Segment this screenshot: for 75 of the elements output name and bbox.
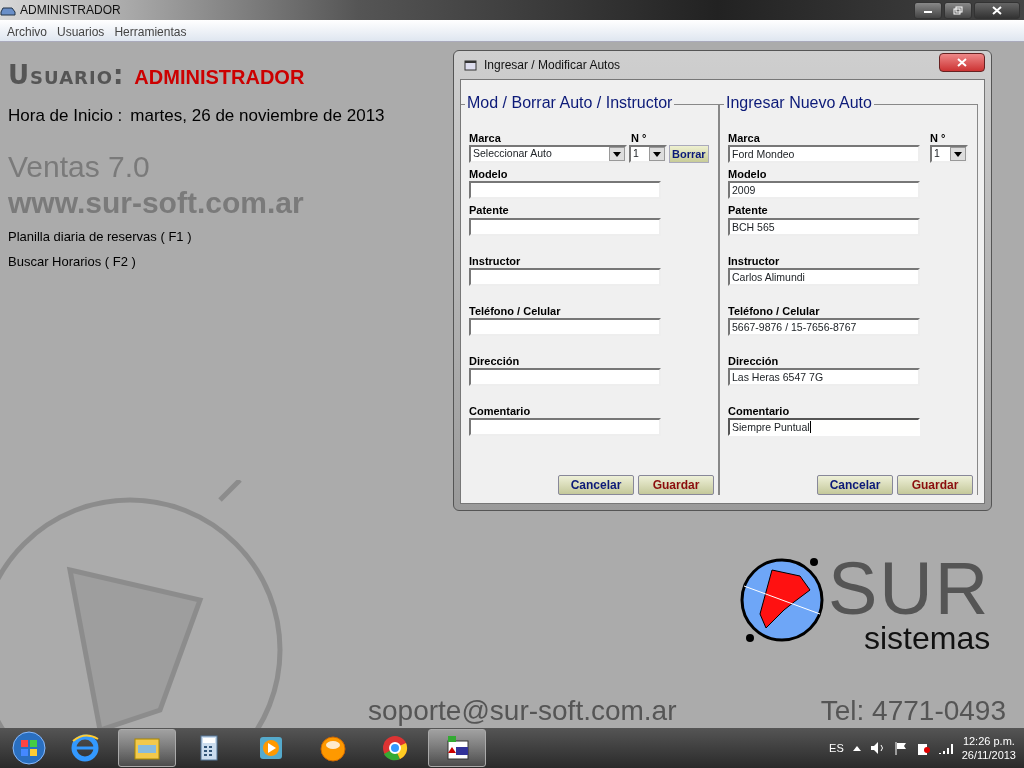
- field-label: N °: [631, 132, 647, 146]
- user-label: Usuario:: [8, 59, 125, 92]
- field-label: Marca: [469, 132, 502, 146]
- input-field[interactable]: 5667-9876 / 15-7656-8767: [728, 317, 920, 336]
- shortcut-link[interactable]: Buscar Horarios ( F2 ): [8, 252, 136, 272]
- show-hidden-icons-icon[interactable]: [851, 744, 862, 752]
- dialog-title: Ingresar / Modificar Autos: [484, 57, 621, 74]
- delete-button[interactable]: Borrar: [669, 145, 709, 164]
- browser-icon: [70, 733, 100, 763]
- minimize-button[interactable]: [914, 1, 942, 19]
- text-cursor: [809, 421, 811, 434]
- save-button[interactable]: Guardar: [897, 475, 973, 495]
- input-field[interactable]: BCH 565: [728, 217, 920, 236]
- field-label: Patente: [469, 204, 510, 218]
- save-button[interactable]: Guardar: [638, 475, 714, 495]
- window-title: ADMINISTRADOR: [20, 2, 121, 19]
- input-field[interactable]: [469, 317, 661, 336]
- field-label: Instructor: [728, 254, 781, 268]
- close-button[interactable]: [939, 52, 985, 72]
- flag-icon[interactable]: [893, 741, 908, 755]
- field-label: N °: [930, 132, 946, 146]
- cancel-button[interactable]: Cancelar: [558, 475, 634, 495]
- volume-icon[interactable]: [869, 741, 886, 755]
- start-label: Hora de Inicio :: [8, 105, 123, 127]
- input-field[interactable]: Carlos Alimundi: [728, 267, 920, 286]
- input-field[interactable]: [469, 267, 661, 286]
- orb-icon: [318, 733, 348, 763]
- field-label: Comentario: [469, 405, 532, 419]
- dropdown-arrow-icon[interactable]: [954, 151, 962, 157]
- field-label: Modelo: [728, 168, 768, 182]
- input-field[interactable]: 2009: [728, 181, 920, 200]
- menu-item[interactable]: Herramientas: [109, 20, 192, 41]
- dropdown-arrow-icon[interactable]: [613, 151, 621, 157]
- close-icon: [957, 57, 967, 67]
- dropdown-field[interactable]: Seleccionar Auto: [469, 145, 627, 164]
- shortcut-link[interactable]: Planilla diaria de reservas ( F1 ): [8, 226, 192, 246]
- restore-icon: [953, 5, 963, 15]
- taskbar-clock[interactable]: 12:26 p.m. 26/11/2013: [961, 733, 1016, 763]
- input-field[interactable]: Las Heras 6547 7G: [728, 368, 920, 387]
- field-label: Marca: [728, 132, 761, 146]
- field-label: Dirección: [469, 354, 521, 369]
- input-field[interactable]: [469, 418, 661, 437]
- chrome-icon: [380, 733, 410, 763]
- taskbar-button[interactable]: [428, 729, 486, 767]
- window-icon: [464, 59, 478, 71]
- field-label: Modelo: [469, 168, 509, 182]
- field-label: Teléfono / Celular: [728, 304, 821, 318]
- language-indicator[interactable]: ES: [829, 739, 844, 757]
- phone-number: Tel: 4771-0493: [820, 694, 1006, 728]
- dropdown-field[interactable]: 1: [629, 145, 667, 164]
- group-title: Ingresar Nuevo Auto: [724, 93, 874, 114]
- signal-bars-icon[interactable]: [937, 742, 954, 754]
- user-name: ADMINISTRADOR: [134, 65, 305, 90]
- dropdown-arrow-icon[interactable]: [653, 151, 661, 157]
- field-label: Instructor: [469, 254, 522, 268]
- menu-item[interactable]: Usuarios: [52, 20, 110, 41]
- close-button[interactable]: [974, 1, 1020, 19]
- cancel-button[interactable]: Cancelar: [817, 475, 893, 495]
- input-field[interactable]: [469, 217, 661, 236]
- menu-item[interactable]: Archivo: [2, 20, 52, 41]
- dropdown-field[interactable]: 1: [930, 145, 968, 164]
- start-value: martes, 26 de noviembre de 2013: [130, 105, 385, 127]
- maximize-button[interactable]: [944, 1, 972, 19]
- support-email: soporte@sur-soft.com.ar: [368, 694, 677, 728]
- field-label: Dirección: [728, 354, 780, 369]
- input-field[interactable]: Ford Mondeo: [728, 145, 920, 164]
- close-icon: [992, 5, 1002, 15]
- field-label: Patente: [728, 204, 769, 218]
- windows-logo-icon: [12, 731, 46, 765]
- field-label: Teléfono / Celular: [469, 304, 562, 318]
- field-label: Comentario: [728, 405, 791, 419]
- car-icon: [0, 4, 16, 16]
- input-field[interactable]: Siempre Puntual: [728, 418, 920, 437]
- input-field[interactable]: [469, 181, 661, 200]
- input-field[interactable]: [469, 368, 661, 387]
